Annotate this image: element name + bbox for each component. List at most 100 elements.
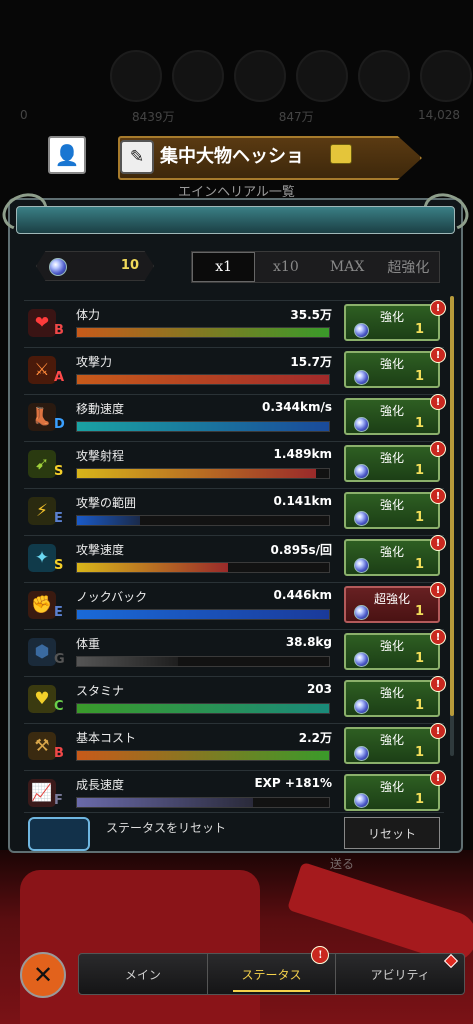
background-character xyxy=(0,850,473,1024)
gem-icon xyxy=(354,417,369,432)
stat-bar xyxy=(76,468,330,479)
stat-value: 2.2万 xyxy=(298,731,332,745)
stat-row: ⬢ G 体重 38.8kg 強化 1! xyxy=(24,629,446,676)
scrollbar[interactable] xyxy=(450,296,454,756)
upgrade-button[interactable]: 超強化 1! xyxy=(344,582,446,623)
stat-row: ❤ B 体力 35.5万 強化 1! xyxy=(24,300,446,347)
stat-bar-fill xyxy=(77,798,254,807)
gem-icon xyxy=(354,370,369,385)
bg-icon-6 xyxy=(420,50,472,102)
stat-list: ❤ B 体力 35.5万 強化 1! ⚔ A 攻撃力 15.7万 強化 1! 👢 D 移動速度 0.344km… xyxy=(24,300,446,817)
stat-bar-fill xyxy=(77,469,317,478)
gem-icon xyxy=(354,746,369,761)
stat-grade: F xyxy=(54,793,63,808)
stat-grade: G xyxy=(54,652,65,667)
upgrade-button[interactable]: 強化 1! xyxy=(344,488,446,529)
gem-icon xyxy=(354,793,369,808)
bg-icon-1 xyxy=(110,50,162,102)
lock-icon[interactable] xyxy=(330,144,352,164)
alert-icon: ! xyxy=(430,347,446,363)
multiplier-x1[interactable]: x1 xyxy=(192,252,256,282)
stat-grade: D xyxy=(54,417,65,432)
tab-status[interactable]: ステータス! xyxy=(206,946,336,994)
stat-grade: A xyxy=(54,370,65,385)
avatar-icon[interactable]: 👤 xyxy=(48,136,86,174)
stat-row: 👢 D 移動速度 0.344km/s 強化 1! xyxy=(24,394,446,441)
stat-bar-fill xyxy=(77,422,329,431)
stat-row: ✊ E ノックバック 0.446km 超強化 1! xyxy=(24,582,446,629)
stat-bar-fill xyxy=(77,704,329,713)
stat-bar xyxy=(76,374,330,385)
stat-value: 1.489km xyxy=(273,447,332,461)
multiplier-super[interactable]: 超強化 xyxy=(378,252,439,282)
stat-row: ⚔ A 攻撃力 15.7万 強化 1! xyxy=(24,347,446,394)
upgrade-button[interactable]: 強化 1! xyxy=(344,723,446,764)
bg-currency-4: 14,028 xyxy=(417,108,460,122)
growth-chart-icon: 📈 xyxy=(28,779,56,807)
multiplier-x10[interactable]: x10 xyxy=(255,252,316,282)
stat-grade: E xyxy=(54,605,63,620)
bg-currency-2: 8439万 xyxy=(131,110,175,124)
tab-ability[interactable]: アビリティ xyxy=(335,953,464,994)
stat-row: 📈 F 成長速度 EXP +181% 強化 1! xyxy=(24,770,446,817)
upgrade-cost: 1 xyxy=(414,369,424,384)
stat-bar xyxy=(76,797,330,808)
stat-label: 移動速度 xyxy=(76,402,125,416)
stat-row: ➹ S 攻撃射程 1.489km 強化 1! xyxy=(24,441,446,488)
upgrade-cost: 1 xyxy=(414,463,424,478)
stat-bar-fill xyxy=(77,563,229,572)
upgrade-button[interactable]: 強化 1! xyxy=(344,347,446,388)
tab-ability-label: アビリティ xyxy=(370,967,430,982)
upgrade-cost: 1 xyxy=(414,416,424,431)
tab-main[interactable]: メイン xyxy=(79,954,207,994)
tab-status-label: ステータス xyxy=(241,967,302,982)
bg-currency-1: 0 xyxy=(20,108,28,122)
hammer-icon: ⚒ xyxy=(28,732,56,760)
close-icon[interactable]: ✕ xyxy=(20,952,66,998)
send-button: 送る xyxy=(330,857,355,871)
upgrade-button[interactable]: 強化 1! xyxy=(344,535,446,576)
upgrade-cost: 1 xyxy=(414,651,424,666)
stat-bar xyxy=(76,327,330,338)
stat-label: 攻撃射程 xyxy=(76,449,125,463)
bow-icon: ➹ xyxy=(28,450,56,478)
bg-icon-5 xyxy=(358,50,410,102)
sword-icon: ⚔ xyxy=(28,356,56,384)
stat-value: 35.5万 xyxy=(290,308,332,322)
upgrade-cost: 1 xyxy=(414,698,424,713)
upgrade-button[interactable]: 強化 1! xyxy=(344,629,446,670)
stat-value: 203 xyxy=(306,682,332,696)
upgrade-button[interactable]: 強化 1! xyxy=(344,770,446,811)
stat-value: 0.895s/回 xyxy=(270,543,332,557)
upgrade-button[interactable]: 強化 1! xyxy=(344,676,446,717)
alert-icon: ! xyxy=(430,394,446,410)
stat-row: ♥ C スタミナ 203 強化 1! xyxy=(24,676,446,723)
upgrade-button[interactable]: 強化 1! xyxy=(344,300,446,341)
upgrade-cost: 1 xyxy=(414,510,424,525)
stat-bar-fill xyxy=(77,751,329,760)
upgrade-cost: 1 xyxy=(414,745,424,760)
upgrade-button[interactable]: 強化 1! xyxy=(344,394,446,435)
edit-name-icon[interactable]: ✎ xyxy=(120,140,154,174)
upgrade-cost: 1 xyxy=(414,604,424,619)
gem-icon xyxy=(354,464,369,479)
stat-bar-fill xyxy=(77,657,178,666)
scrollbar-thumb[interactable] xyxy=(450,296,454,716)
blade-icon: ✦ xyxy=(28,544,56,572)
yellow-heart-icon: ♥ xyxy=(28,685,56,713)
stat-label: 攻撃速度 xyxy=(76,543,125,557)
gem-icon xyxy=(354,652,369,667)
upgrade-button[interactable]: 強化 1! xyxy=(344,441,446,482)
reset-text: ステータスをリセット xyxy=(106,821,227,835)
stat-bar-fill xyxy=(77,328,329,337)
alert-icon: ! xyxy=(430,723,446,739)
stat-bar xyxy=(76,515,330,526)
reset-button[interactable]: リセット xyxy=(344,817,440,849)
gem-icon xyxy=(49,258,67,276)
stat-label: スタミナ xyxy=(76,684,125,698)
stat-label: 体重 xyxy=(76,637,101,651)
stat-value: 38.8kg xyxy=(285,635,332,649)
bg-icon-3 xyxy=(234,50,286,102)
stat-grade: S xyxy=(54,464,64,479)
multiplier-max[interactable]: MAX xyxy=(317,252,378,282)
